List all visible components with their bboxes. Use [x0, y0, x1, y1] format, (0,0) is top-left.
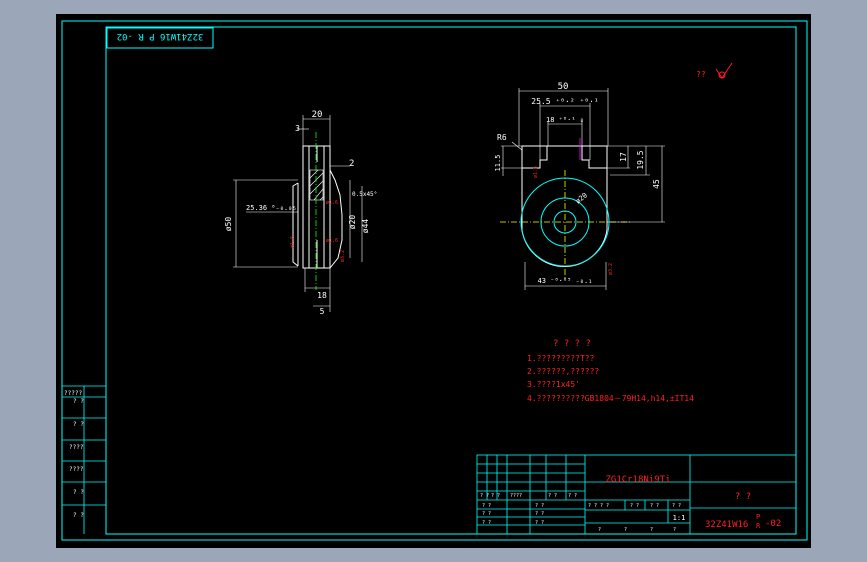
header-label-2: ???? — [510, 493, 522, 499]
dim-top-width: 20 — [312, 110, 323, 120]
dim-width-50: 50 — [558, 82, 569, 92]
note-line-2: 2.??????,?????? — [527, 367, 599, 376]
bottom-label-1: ? — [624, 527, 627, 533]
roughness-label: ?? — [696, 70, 706, 79]
right-label-0: ? ? ? ? — [588, 503, 609, 509]
header-label-3: ? ? — [548, 493, 557, 499]
dim-diameter-44: ø44 — [361, 219, 370, 234]
drawing-code: 32Z41W16 — [705, 520, 748, 530]
cad-drawing-viewport: 32Z41W16 P R -02 ?? 20 3 2 ø50 25.36 ⁰₋₀… — [56, 14, 811, 548]
dim-diameter-25: 25.36 ⁰₋₀.₀₅ — [246, 204, 297, 212]
dim-h17: 17 — [619, 152, 628, 162]
dim-r6: R6 — [497, 133, 507, 142]
dim-bottom-18: 18 — [317, 291, 327, 300]
bottom-label-2: ? — [650, 527, 653, 533]
corner-code: 32Z41W16 P R -02 — [117, 31, 204, 41]
header-label-1: ? ? — [491, 493, 500, 499]
dim-slot: 2 — [349, 159, 354, 169]
dim-bottom: 43 ⁻⁰·⁰⁵ ₋₀.₁ — [538, 277, 593, 285]
roughness-a: ø1.6 — [326, 200, 338, 206]
note-line-1: 1.?????????T?? — [527, 354, 595, 363]
scale-value: 1:1 — [673, 514, 686, 522]
right-label-3: ? ? — [672, 503, 681, 509]
left-row-0-b: ? ? — [535, 503, 544, 509]
right-roughness-b: ø3.2 — [608, 263, 614, 275]
header-label-4: ? ? — [568, 493, 577, 499]
part-name: ? ? — [735, 492, 751, 502]
dim-width-18: 18 ⁺⁰·¹ ₀ — [546, 116, 584, 124]
dim-chamfer: 0.5x45° — [352, 191, 377, 198]
left-row-0-a: ? ? — [482, 503, 491, 509]
left-row-1-a: ? ? — [482, 511, 491, 517]
side-row-1: ? ? — [73, 398, 84, 405]
right-label-2: ? ? — [650, 503, 659, 509]
drawing-code-p: P — [756, 513, 760, 521]
material-label: ZG1Cr18Ni9Ti — [605, 475, 670, 485]
notes-title: ? ? ? ? — [553, 339, 591, 349]
dim-bottom-5: 5 — [320, 307, 325, 316]
header-label-0: ? ? — [480, 493, 489, 499]
left-row-2-a: ? ? — [482, 520, 491, 526]
dim-h19: 19.5 — [636, 150, 645, 169]
side-row-5: ? ? — [73, 489, 84, 496]
roughness-d: ø3.2 — [340, 250, 346, 262]
side-row-6: ? ? — [73, 512, 84, 519]
bottom-label-3: ? — [673, 527, 676, 533]
right-label-1: ? ? — [630, 503, 639, 509]
left-row-2-b: ? ? — [535, 520, 544, 526]
right-roughness-a: ø1.6 — [533, 166, 539, 178]
roughness-c: ø1.6 — [290, 236, 296, 248]
dim-diameter-20: ø20 — [348, 215, 357, 230]
side-row-2: ? ? — [73, 421, 84, 428]
dim-diameter-50: ø50 — [224, 217, 233, 232]
side-row-4: ???? — [69, 466, 84, 473]
dim-top-small: 3 — [295, 124, 300, 133]
note-line-3: 3.????1x45' — [527, 380, 580, 389]
note-line-4: 4.??????????GB1804－79H14,h14,±IT14 — [527, 394, 694, 403]
left-row-1-b: ? ? — [535, 511, 544, 517]
drawing-code-tail: -02 — [765, 519, 781, 529]
dim-h45: 45 — [652, 179, 661, 189]
side-row-3: ???? — [69, 444, 84, 451]
side-row-0: ????? — [64, 390, 82, 397]
roughness-b: ø1.6 — [326, 238, 338, 244]
dim-width-25: 25.5 ⁺⁰·² ⁺⁰·¹ — [531, 97, 598, 106]
dim-h11: 11.5 — [494, 155, 502, 172]
bottom-label-0: ? — [598, 527, 601, 533]
drawing-sheet — [56, 14, 811, 548]
